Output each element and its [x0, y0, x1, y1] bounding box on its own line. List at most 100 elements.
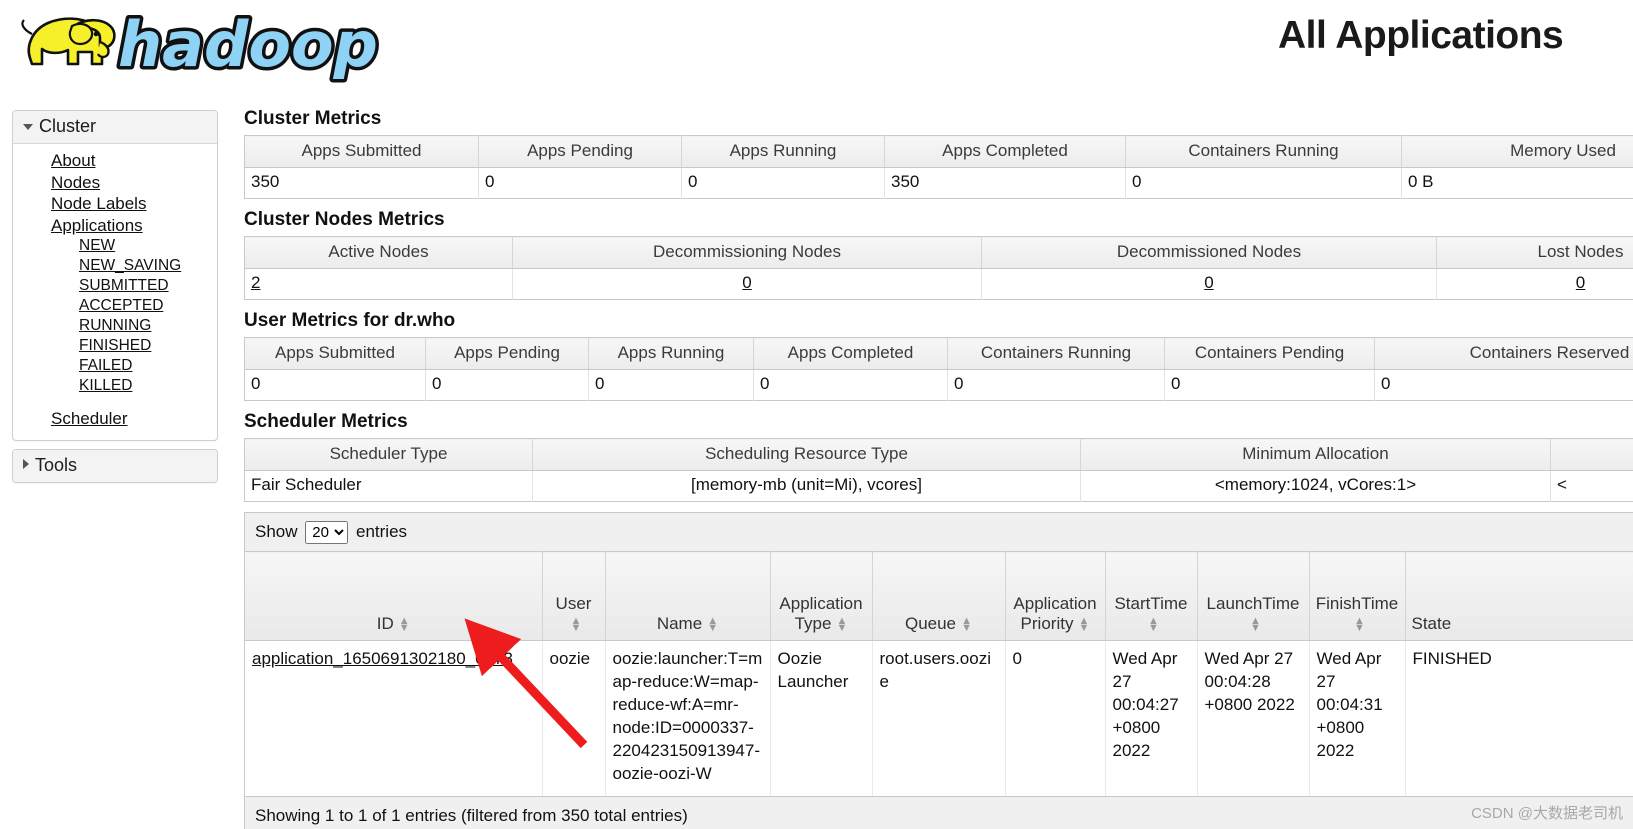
sort-icon[interactable]: ▲ ▼	[961, 615, 972, 633]
sidebar-item-running[interactable]: RUNNING	[13, 316, 217, 336]
col-user-containers-running: Containers Running	[947, 337, 1165, 370]
val-user-apps-pending: 0	[425, 369, 589, 401]
sidebar-item-accepted[interactable]: ACCEPTED	[13, 296, 217, 316]
col-user-apps-running: Apps Running	[588, 337, 754, 370]
col-state[interactable]: State	[1405, 551, 1633, 641]
sidebar-item-node-labels[interactable]: Node Labels	[13, 193, 217, 215]
page-header: hadoop hadoop All Applications	[0, 0, 1633, 92]
watermark: CSDN @大数据老司机	[1471, 805, 1623, 822]
cell-user: oozie	[542, 640, 606, 796]
table-row: application_1650691302180_0373 oozie ooz…	[245, 640, 1633, 796]
datatable-info: Showing 1 to 1 of 1 entries (filtered fr…	[245, 795, 1633, 829]
cluster-metrics-title: Cluster Metrics	[244, 108, 382, 129]
col-user-apps-completed: Apps Completed	[753, 337, 948, 370]
sort-icon[interactable]: ▲ ▼	[399, 615, 410, 633]
val-decommissioning-nodes[interactable]: 0	[742, 273, 751, 292]
applications-table: ID ▲ ▼ User ▲ ▼ Name ▲ ▼ Application Type ▲ ▼ Qu…	[245, 551, 1633, 796]
col-containers-running: Containers Running	[1125, 135, 1402, 168]
val-user-apps-completed: 0	[753, 369, 948, 401]
cell-application-type: Oozie Launcher	[770, 640, 873, 796]
col-queue[interactable]: Queue ▲ ▼	[872, 551, 1006, 641]
sort-icon[interactable]: ▲ ▼	[571, 615, 582, 633]
entries-label: entries	[356, 522, 408, 541]
sidebar-item-killed[interactable]: KILLED	[13, 376, 217, 396]
cell-name: oozie:launcher:T=map-reduce:W=map-reduce…	[605, 640, 771, 796]
sidebar-item-about[interactable]: About	[13, 150, 217, 172]
val-user-apps-running: 0	[588, 369, 754, 401]
col-active-nodes: Active Nodes	[244, 236, 513, 269]
scheduler-metrics-title: Scheduler Metrics	[244, 411, 408, 432]
cell-application-priority: 0	[1005, 640, 1106, 796]
sidebar-cluster-body: About Nodes Node Labels Applications NEW…	[13, 144, 217, 440]
val-decommissioning-nodes-cell: 0	[512, 268, 982, 300]
val-lost-nodes[interactable]: 0	[1576, 273, 1585, 292]
col-launch-time[interactable]: LaunchTime ▲ ▼	[1197, 551, 1310, 641]
col-decommissioned-nodes: Decommissioned Nodes	[981, 236, 1437, 269]
sidebar-item-failed[interactable]: FAILED	[13, 356, 217, 376]
sidebar-item-submitted[interactable]: SUBMITTED	[13, 276, 217, 296]
col-id[interactable]: ID ▲ ▼	[245, 551, 543, 641]
sidebar: Cluster About Nodes Node Labels Applicat…	[12, 110, 218, 491]
sort-icon[interactable]: ▲ ▼	[1148, 615, 1159, 633]
application-id-link[interactable]: application_1650691302180_0373	[252, 649, 513, 668]
sidebar-item-new-saving[interactable]: NEW_SAVING	[13, 256, 217, 276]
col-user[interactable]: User ▲ ▼	[542, 551, 606, 641]
applications-table-container: Show 20 entries ID▲▼ User▲▼ Name▲▼	[244, 512, 1633, 829]
sidebar-item-new[interactable]: NEW	[13, 236, 217, 256]
sidebar-item-finished[interactable]: FINISHED	[13, 336, 217, 356]
sidebar-cluster-header[interactable]: Cluster	[13, 111, 217, 144]
table-row: Fair Scheduler [memory-mb (unit=Mi), vco…	[244, 470, 1633, 502]
val-apps-completed: 350	[884, 167, 1126, 199]
hadoop-logo: hadoop hadoop	[12, 4, 382, 85]
col-maximum-allocation	[1550, 438, 1633, 471]
val-maximum-allocation: <	[1550, 470, 1633, 502]
yarn-all-applications-page: hadoop hadoop All Applications Cluster A…	[0, 0, 1633, 829]
sidebar-cluster-label: Cluster	[39, 116, 97, 136]
sort-icon[interactable]: ▲ ▼	[836, 615, 847, 633]
cell-start-time: Wed Apr 27 00:04:27 +0800 2022	[1105, 640, 1198, 796]
page-size-select[interactable]: 20	[305, 521, 349, 544]
sidebar-item-scheduler[interactable]: Scheduler	[13, 408, 217, 430]
user-metrics-table: Apps Submitted Apps Pending Apps Running…	[244, 337, 1633, 401]
col-apps-completed: Apps Completed	[884, 135, 1126, 168]
sidebar-tools-panel: Tools	[12, 448, 218, 483]
table-header-row: ID ▲ ▼ User ▲ ▼ Name ▲ ▼ Application Type ▲ ▼ Qu…	[245, 551, 1633, 641]
chevron-right-icon	[23, 458, 29, 469]
svg-text:hadoop: hadoop	[118, 8, 378, 81]
val-decommissioned-nodes[interactable]: 0	[1204, 273, 1213, 292]
val-user-containers-reserved: 0	[1374, 369, 1633, 401]
col-application-type[interactable]: Application Type ▲ ▼	[770, 551, 873, 641]
val-memory-used: 0 B	[1401, 167, 1633, 199]
col-apps-submitted: Apps Submitted	[244, 135, 479, 168]
chevron-down-icon	[23, 124, 33, 130]
val-user-containers-running: 0	[947, 369, 1165, 401]
sort-icon[interactable]: ▲ ▼	[1250, 615, 1261, 633]
sort-icon[interactable]: ▲ ▼	[707, 615, 718, 633]
col-memory-used: Memory Used	[1401, 135, 1633, 168]
sort-icon[interactable]: ▲ ▼	[1078, 615, 1090, 633]
col-start-time[interactable]: StartTime ▲ ▼	[1105, 551, 1198, 641]
sidebar-cluster-panel: Cluster About Nodes Node Labels Applicat…	[12, 110, 218, 441]
val-apps-submitted: 350	[244, 167, 479, 199]
main-content: Cluster Metrics Apps Submitted Apps Pend…	[244, 108, 1633, 829]
table-header-row: Active Nodes Decommissioning Nodes Decom…	[244, 236, 1633, 269]
val-active-nodes[interactable]: 2	[251, 273, 260, 292]
table-header-row: Apps Submitted Apps Pending Apps Running…	[244, 337, 1633, 370]
table-row: 0 0 0 0 0 0 0	[244, 369, 1633, 401]
val-lost-nodes-cell: 0	[1436, 268, 1633, 300]
table-row: 350 0 0 350 0 0 B	[244, 167, 1633, 199]
sidebar-tools-header[interactable]: Tools	[13, 449, 217, 482]
col-decommissioning-nodes: Decommissioning Nodes	[512, 236, 982, 269]
sort-icon[interactable]: ▲ ▼	[1354, 615, 1365, 633]
scheduler-metrics-table: Scheduler Type Scheduling Resource Type …	[244, 438, 1633, 502]
val-active-nodes-cell: 2	[244, 268, 513, 300]
cell-state: FINISHED	[1405, 640, 1633, 796]
sidebar-item-applications[interactable]: Applications	[13, 215, 217, 237]
col-user-apps-pending: Apps Pending	[425, 337, 589, 370]
table-header-row: Scheduler Type Scheduling Resource Type …	[244, 438, 1633, 471]
col-application-priority[interactable]: Application Priority ▲ ▼	[1005, 551, 1106, 641]
col-name[interactable]: Name ▲ ▼	[605, 551, 771, 641]
sidebar-item-nodes[interactable]: Nodes	[13, 172, 217, 194]
col-finish-time[interactable]: FinishTime ▲ ▼	[1309, 551, 1406, 641]
